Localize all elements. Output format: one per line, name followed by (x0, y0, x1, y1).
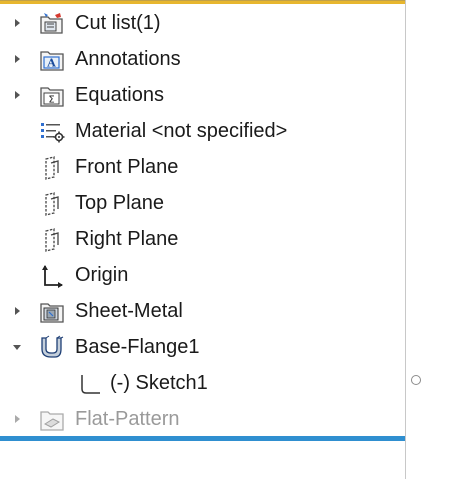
svg-text:A: A (46, 57, 56, 70)
expand-arrow-icon[interactable] (11, 89, 23, 101)
plane-icon (45, 156, 59, 180)
origin-icon (42, 265, 63, 288)
tree-item-sketch1[interactable]: (-) Sketch1 (0, 366, 400, 402)
tree-item-flat-pattern[interactable]: Flat-Pattern (0, 402, 400, 438)
tree-item-sheet-metal[interactable]: Sheet-Metal (0, 294, 400, 330)
tree-item-label: Annotations (75, 48, 181, 70)
plane-icon (45, 192, 59, 216)
tree-item-origin[interactable]: Origin (0, 258, 400, 294)
sketch-icon (81, 375, 100, 394)
cut-list-icon (40, 13, 63, 34)
tree-item-right-plane[interactable]: Right Plane (0, 222, 400, 258)
sheet-metal-icon (40, 303, 64, 323)
tree-item-label: Equations (75, 84, 164, 106)
tree-item-label: Right Plane (75, 228, 179, 250)
rollback-bar[interactable] (0, 436, 406, 441)
tree-item-label: Front Plane (75, 156, 179, 178)
tree-item-cut-list[interactable]: Cut list(1) (0, 6, 400, 42)
expand-arrow-icon[interactable] (11, 305, 23, 317)
equations-icon: Σ (40, 87, 64, 107)
expand-arrow-icon[interactable] (11, 53, 23, 65)
annotations-icon: A (40, 51, 64, 71)
splitter-grip-handle[interactable] (411, 375, 421, 385)
material-icon (41, 123, 65, 143)
svg-text:Σ: Σ (48, 95, 54, 106)
tree-item-top-plane[interactable]: Top Plane (0, 186, 400, 222)
expand-arrow-icon[interactable] (11, 17, 23, 29)
tree-item-label: (-) Sketch1 (110, 372, 208, 394)
tree-item-label: Sheet-Metal (75, 300, 183, 322)
tree-item-label: Cut list(1) (75, 12, 161, 34)
tree-item-annotations[interactable]: A Annotations (0, 42, 400, 78)
tree-item-label: Top Plane (75, 192, 164, 214)
plane-icon (45, 228, 59, 252)
tree-item-label: Flat-Pattern (75, 408, 180, 430)
collapse-arrow-icon[interactable] (11, 341, 23, 353)
tree-item-base-flange[interactable]: Base-Flange1 (0, 330, 400, 366)
feature-manager-tree-panel: Cut list(1) A Annotations Σ Equations Ma… (0, 0, 406, 479)
tree-item-label: Origin (75, 264, 129, 286)
tree-item-material[interactable]: Material <not specified> (0, 114, 400, 150)
flat-pattern-icon (40, 411, 64, 431)
tree-item-label: Material <not specified> (75, 120, 288, 142)
tree-item-label: Base-Flange1 (75, 336, 200, 358)
tree-item-front-plane[interactable]: Front Plane (0, 150, 400, 186)
top-edge (0, 0, 406, 1)
expand-arrow-icon[interactable] (11, 413, 23, 425)
graphics-area (406, 0, 469, 479)
base-flange-icon (41, 335, 64, 358)
tree-item-equations[interactable]: Σ Equations (0, 78, 400, 114)
